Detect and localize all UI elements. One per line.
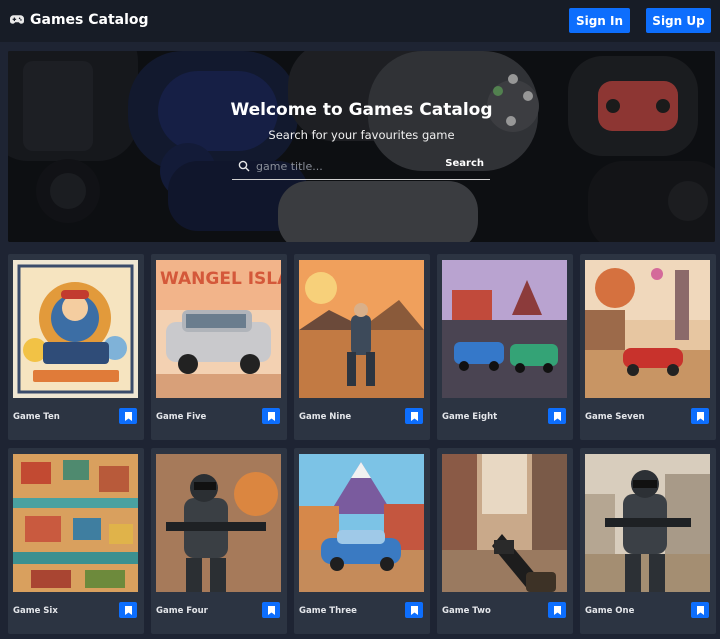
bookmark-button[interactable] (119, 602, 137, 618)
bookmark-button[interactable] (691, 602, 709, 618)
game-card[interactable]: Game Eight (437, 254, 573, 440)
gamepad-icon (10, 15, 24, 24)
game-title: Game Eight (442, 412, 498, 422)
brand-link[interactable]: Games Catalog (10, 12, 149, 28)
bookmark-button[interactable] (262, 602, 280, 618)
game-title: Game Six (13, 606, 58, 616)
game-card[interactable]: Game Two (437, 448, 573, 634)
game-title: Game Three (299, 606, 357, 616)
game-cover-image[interactable] (442, 260, 567, 398)
bookmark-icon (267, 605, 275, 615)
game-title: Game Nine (299, 412, 352, 422)
search-icon (238, 160, 250, 172)
game-card[interactable]: Game Seven (580, 254, 716, 440)
search-button[interactable]: Search (445, 158, 484, 169)
game-cover-image[interactable] (442, 454, 567, 592)
game-card[interactable]: Game Ten (8, 254, 144, 440)
hero-subtitle: Search for your favourites game (268, 128, 455, 142)
sign-up-button[interactable]: Sign Up (646, 8, 711, 33)
game-cover-image[interactable] (13, 454, 138, 592)
game-title: Game Four (156, 606, 208, 616)
game-title: Game One (585, 606, 635, 616)
game-title: Game Seven (585, 412, 645, 422)
bookmark-icon (553, 605, 561, 615)
hero-title: Welcome to Games Catalog (230, 100, 493, 120)
game-cover-image[interactable] (585, 454, 710, 592)
navbar: Games Catalog Sign In Sign Up (0, 0, 720, 42)
bookmark-button[interactable] (691, 408, 709, 424)
game-cover-image[interactable] (585, 260, 710, 398)
game-card[interactable]: Game Six (8, 448, 144, 634)
cover-title-text: WANGEL ISLAND (160, 269, 281, 289)
game-card[interactable]: Game Nine (294, 254, 430, 440)
game-cover-image[interactable] (156, 454, 281, 592)
bookmark-button[interactable] (405, 408, 423, 424)
hero-banner: Welcome to Games Catalog Search for your… (8, 51, 715, 242)
bookmark-icon (553, 411, 561, 421)
bookmark-button[interactable] (262, 408, 280, 424)
game-card[interactable]: WANGEL ISLAND Game Five (151, 254, 287, 440)
game-cover-image[interactable] (299, 454, 424, 592)
game-cover-image[interactable]: WANGEL ISLAND (156, 260, 281, 398)
bookmark-icon (124, 411, 132, 421)
bookmark-icon (267, 411, 275, 421)
bookmark-button[interactable] (405, 602, 423, 618)
bookmark-icon (124, 605, 132, 615)
game-cover-image[interactable] (299, 260, 424, 398)
hero-overlay (8, 51, 715, 242)
bookmark-button[interactable] (548, 408, 566, 424)
sign-in-button[interactable]: Sign In (569, 8, 630, 33)
bookmark-button[interactable] (119, 408, 137, 424)
bookmark-icon (410, 605, 418, 615)
search-bar: Search (232, 155, 490, 180)
game-title: Game Five (156, 412, 207, 422)
game-cover-image[interactable] (13, 260, 138, 398)
bookmark-icon (696, 411, 704, 421)
search-input[interactable] (256, 157, 436, 175)
game-card[interactable]: Game Three (294, 448, 430, 634)
game-card[interactable]: Game Four (151, 448, 287, 634)
bookmark-icon (696, 605, 704, 615)
bookmark-icon (410, 411, 418, 421)
brand-title: Games Catalog (30, 12, 149, 28)
game-title: Game Two (442, 606, 491, 616)
game-title: Game Ten (13, 412, 60, 422)
bookmark-button[interactable] (548, 602, 566, 618)
game-card[interactable]: Game One (580, 448, 716, 634)
